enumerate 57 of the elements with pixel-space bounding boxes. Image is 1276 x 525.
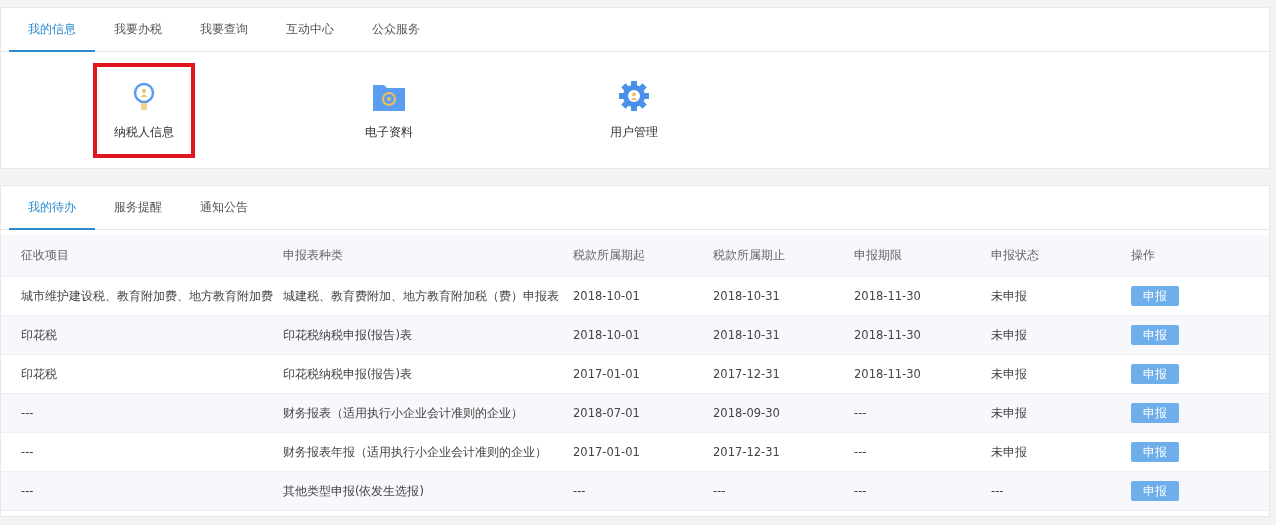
table-cell-text: 2018-11-30 [854,367,922,381]
table-cell-text: 财务报表（适用执行小企业会计准则的企业） [283,405,524,421]
tab[interactable]: 我的待办 [9,186,95,230]
table-cell-text: 印花税纳税申报(报告)表 [283,366,413,382]
app-tile[interactable]: 电子资料 [338,63,440,158]
table-cell-text: --- [713,484,727,498]
table-cell-text: --- [573,484,587,498]
table-cell-text: 未申报 [991,405,1028,421]
table-cell-text: 未申报 [991,288,1028,304]
tab[interactable]: 我的信息 [9,8,95,52]
table-cell-text: 未申报 [991,444,1028,460]
table-cell-text: --- [991,484,1005,498]
table-cell-text: 2018-10-01 [573,289,641,303]
table-cell-text: --- [20,484,35,498]
table-cell-text: 城建税、教育费附加、地方教育附加税（费）申报表 [283,288,560,304]
column-header: 申报状态 [991,248,1040,263]
table-cell-text: 2018-07-01 [573,406,641,420]
tab[interactable]: 我要查询 [181,8,267,52]
table-cell-text: 2018-10-31 [713,328,781,342]
tab[interactable]: 公众服务 [353,8,439,52]
column-header: 征收项目 [20,248,70,263]
person-badge-icon [133,82,155,112]
column-header: 税款所属期起 [573,248,646,263]
table-cell-text: 城市维护建设税、教育附加费、地方教育附加费 [20,288,274,304]
table-cell-text: 2017-12-31 [713,445,781,459]
table-cell-text: 印花税 [20,366,58,382]
tab[interactable]: 我要办税 [95,8,181,52]
table-cell-text: --- [854,406,868,420]
column-header: 税款所属期止 [713,248,786,263]
table-cell-text: 印花税纳税申报(报告)表 [283,327,413,343]
folder-icon [372,82,406,112]
table-cell-text: 未申报 [991,366,1028,382]
table-cell-text: 印花税 [20,327,58,343]
table-cell-text: 2018-11-30 [854,289,922,303]
table-cell-text: 其他类型申报(依发生选报) [283,483,425,499]
app-tile[interactable]: 纳税人信息 [93,63,195,158]
tab[interactable]: 互动中心 [267,8,353,52]
table-cell-text: 未申报 [991,327,1028,343]
table-cell-text: 2017-01-01 [573,445,641,459]
column-header: 操作 [1131,248,1156,263]
table-cell-text: 2017-12-31 [713,367,781,381]
table-cell-text: --- [854,445,868,459]
column-header: 申报表种类 [283,248,344,263]
table-cell-text: 2018-10-31 [713,289,781,303]
tab[interactable]: 通知公告 [181,186,267,230]
table-cell-text: --- [854,484,868,498]
table-cell-text: --- [20,406,35,420]
gear-icon [618,80,650,112]
column-header: 申报期限 [854,248,903,263]
table-cell-text: 财务报表年报（适用执行小企业会计准则的企业） [283,444,548,460]
table-cell-text: 2018-11-30 [854,328,922,342]
table-cell-text: 2017-01-01 [573,367,641,381]
table-cell-text: 2018-10-01 [573,328,641,342]
table-cell-text: 2018-09-30 [713,406,781,420]
app-tile[interactable]: 用户管理 [583,63,685,158]
tab[interactable]: 服务提醒 [95,186,181,230]
table-cell-text: --- [20,445,35,459]
